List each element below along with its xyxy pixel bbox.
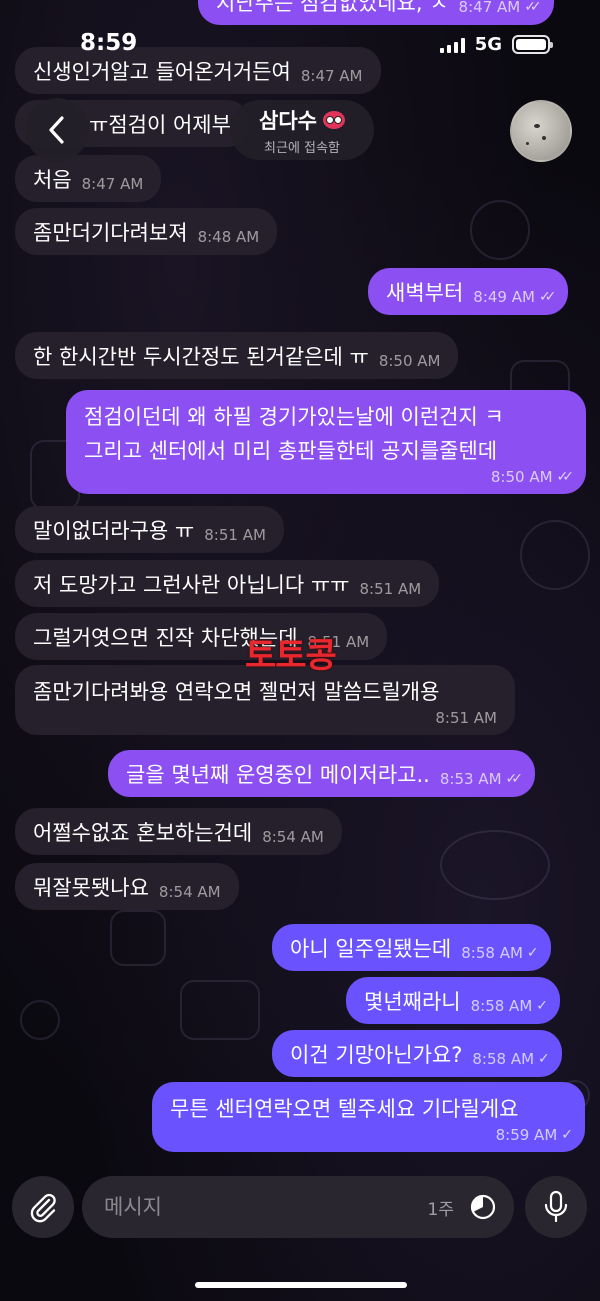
message-bubble-outgoing[interactable]: 이건 기망아닌가요? 8:58 AM ✓ bbox=[272, 1030, 562, 1077]
check-icon: ✓ bbox=[526, 944, 538, 961]
chat-screen: 지난주는 점검없었네요, ㅈ 8:47 AM ✓✓ 신생인거알고 들어온거거든여 … bbox=[0, 0, 600, 1301]
message-bubble-outgoing[interactable]: 점검이던데 왜 하필 경기가있는날에 이런건지 ㅋ 그리고 센터에서 미리 총판… bbox=[66, 390, 586, 494]
microphone-icon bbox=[544, 1190, 568, 1223]
message-text: 말이없더라구용 ㅠ bbox=[33, 518, 195, 543]
message-time: 8:53 AM bbox=[439, 769, 502, 788]
message-bubble-incoming[interactable]: 뭐잘못됏나요 8:54 AM bbox=[15, 863, 239, 910]
message-text: 몇년째라니 bbox=[364, 989, 461, 1014]
message-text: 이건 기망아닌가요? bbox=[290, 1042, 463, 1067]
wallpaper-doodle bbox=[520, 520, 590, 590]
message-bubble-incoming[interactable]: 어쩔수없죠 혼보하는건데 8:54 AM bbox=[15, 808, 342, 855]
message-text: 저 도망가고 그런사란 아닙니다 ㅠㅠ bbox=[33, 572, 350, 597]
message-bubble-outgoing[interactable]: 지난주는 점검없었네요, ㅈ 8:47 AM ✓✓ bbox=[198, 0, 554, 25]
message-bubble-incoming[interactable]: 좀만더기다려보져 8:48 AM bbox=[15, 208, 278, 255]
double-check-icon: ✓✓ bbox=[538, 288, 557, 305]
message-time: 8:50 AM bbox=[378, 351, 441, 370]
message-text: 글을 몇년째 운영중인 메이저라고.. bbox=[126, 762, 430, 787]
back-button[interactable] bbox=[25, 98, 89, 162]
emoji-status-icon bbox=[322, 110, 345, 129]
message-text: 새벽부터 bbox=[386, 280, 464, 305]
battery-icon bbox=[512, 35, 553, 54]
message-text: 좀만더기다려보져 bbox=[33, 220, 188, 245]
wallpaper-doodle bbox=[180, 980, 260, 1040]
message-time: 8:51 AM bbox=[359, 579, 422, 598]
message-bubble-outgoing[interactable]: 아니 일주일됐는데 8:58 AM ✓ bbox=[272, 924, 551, 971]
message-text: 신생인거알고 들어온거거든여 bbox=[33, 59, 291, 84]
message-time: 8:47 AM bbox=[300, 66, 363, 85]
message-time: 8:59 AM bbox=[495, 1126, 558, 1144]
message-time: 8:58 AM bbox=[461, 943, 523, 962]
message-text: 한 한시간반 두시간정도 된거같은데 ㅠ bbox=[33, 344, 369, 369]
check-icon: ✓ bbox=[536, 997, 547, 1014]
timer-icon[interactable] bbox=[468, 1192, 498, 1222]
message-time: 8:58 AM bbox=[470, 996, 533, 1015]
attach-button[interactable] bbox=[12, 1176, 74, 1238]
message-bubble-outgoing[interactable]: 몇년째라니 8:58 AM ✓ bbox=[346, 977, 560, 1024]
wallpaper-doodle bbox=[110, 910, 166, 966]
chat-title[interactable]: 삼다수 최근에 접속함 bbox=[230, 100, 374, 160]
message-time: 8:49 AM bbox=[473, 287, 535, 306]
message-time: 8:58 AM bbox=[472, 1049, 535, 1068]
message-input[interactable] bbox=[104, 1195, 428, 1219]
message-time: 8:47 AM bbox=[81, 174, 144, 193]
double-check-icon: ✓✓ bbox=[524, 0, 542, 15]
home-indicator[interactable] bbox=[195, 1282, 407, 1288]
message-text-line: 그리고 센터에서 미리 총판들한테 공지를줄텐데 bbox=[84, 439, 498, 463]
contact-name: 삼다수 bbox=[259, 108, 317, 133]
status-time: 8:59 bbox=[80, 30, 138, 56]
double-check-icon: ✓✓ bbox=[556, 469, 575, 485]
watermark: 토토콩 bbox=[245, 636, 337, 676]
message-bubble-outgoing[interactable]: 글을 몇년째 운영중인 메이저라고.. 8:53 AM ✓✓ bbox=[108, 750, 535, 797]
check-icon: ✓ bbox=[561, 1127, 572, 1143]
message-time: 8:54 AM bbox=[262, 827, 324, 846]
message-text: 지난주는 점검없었네요, ㅈ bbox=[216, 0, 449, 15]
message-text-line: 점검이던데 왜 하필 경기가있는날에 이런건지 ㅋ bbox=[84, 405, 504, 429]
paperclip-icon bbox=[30, 1193, 56, 1223]
message-bubble-outgoing[interactable]: 새벽부터 8:49 AM ✓✓ bbox=[368, 268, 569, 315]
contact-last-seen: 최근에 접속함 bbox=[264, 140, 340, 156]
message-text: 뭐잘못됏나요 bbox=[33, 875, 149, 900]
message-bubble-incoming[interactable]: 한 한시간반 두시간정도 된거같은데 ㅠ 8:50 AM bbox=[15, 332, 459, 379]
message-text: 무튼 센터연락오면 텔주세요 기다릴게요 bbox=[170, 1097, 519, 1121]
status-indicators: 5G bbox=[439, 34, 553, 55]
message-bubble-incoming[interactable]: 말이없더라구용 ㅠ 8:51 AM bbox=[15, 506, 284, 553]
microphone-button[interactable] bbox=[525, 1176, 587, 1238]
message-bubble-incoming[interactable]: 저 도망가고 그런사란 아닙니다 ㅠㅠ 8:51 AM bbox=[15, 560, 440, 607]
message-text: 처음 bbox=[33, 167, 72, 192]
auto-delete-timer-label: 1주 bbox=[427, 1199, 454, 1220]
check-icon: ✓ bbox=[538, 1050, 549, 1067]
chevron-left-icon bbox=[49, 116, 64, 144]
double-check-icon: ✓✓ bbox=[505, 770, 524, 787]
message-bubble-outgoing[interactable]: 무튼 센터연락오면 텔주세요 기다릴게요 8:59 AM ✓ bbox=[152, 1082, 585, 1152]
network-type: 5G bbox=[474, 34, 502, 55]
message-bubble-incoming[interactable]: 신생인거알고 들어온거거든여 8:47 AM bbox=[15, 47, 381, 94]
avatar[interactable] bbox=[510, 100, 572, 162]
message-text: ㅠ점검이 어제부 bbox=[89, 112, 231, 137]
message-time: 8:54 AM bbox=[158, 882, 221, 901]
message-text: 어쩔수없죠 혼보하는건데 bbox=[33, 820, 253, 845]
message-time: 8:47 AM bbox=[458, 0, 521, 16]
message-time: 8:50 AM bbox=[490, 468, 553, 486]
wallpaper-doodle bbox=[470, 200, 530, 260]
cellular-signal-icon bbox=[439, 37, 465, 53]
wallpaper-doodle bbox=[20, 1000, 60, 1040]
message-time: 8:51 AM bbox=[435, 709, 497, 727]
message-time: 8:48 AM bbox=[197, 227, 260, 246]
message-text: 좀만기다려봐용 연락오면 젤먼저 말씀드릴개용 bbox=[33, 680, 440, 704]
message-text: 아니 일주일됐는데 bbox=[290, 936, 452, 961]
message-time: 8:51 AM bbox=[204, 525, 266, 544]
message-bubble-incoming[interactable]: 처음 8:47 AM bbox=[15, 155, 162, 202]
message-input-container[interactable]: 1주 bbox=[82, 1176, 514, 1238]
wallpaper-doodle bbox=[440, 830, 550, 900]
